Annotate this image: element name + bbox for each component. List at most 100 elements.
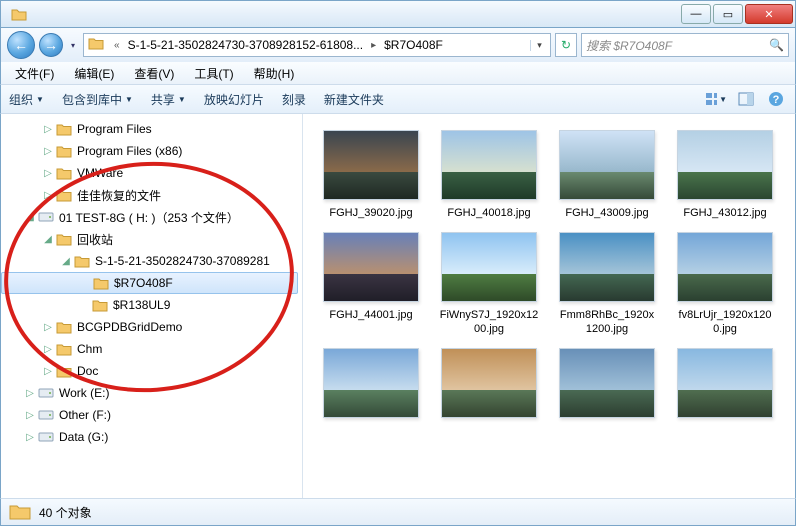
tree-item[interactable]: ▷Other (F:) — [1, 404, 302, 426]
menu-edit[interactable]: 编辑(E) — [68, 63, 120, 84]
expand-icon[interactable]: ▷ — [23, 432, 37, 443]
tree-item[interactable]: ▷ 佳佳恢复的文件 — [1, 184, 302, 206]
maximize-button[interactable]: ▭ — [713, 4, 743, 24]
file-item[interactable] — [675, 348, 775, 424]
search-icon: 🔍 — [769, 38, 784, 52]
tree-item[interactable]: ▷Work (E:) — [1, 382, 302, 404]
file-item[interactable]: FGHJ_40018.jpg — [439, 130, 539, 220]
thumbnail — [559, 232, 655, 302]
address-dropdown[interactable]: ▾ — [530, 40, 548, 51]
preview-pane-button[interactable] — [735, 88, 757, 110]
tree-item[interactable]: ▷ Program Files (x86) — [1, 140, 302, 162]
breadcrumb-part[interactable]: S-1-5-21-3502824730-3708928152-61808... — [124, 36, 368, 54]
nav-history-dropdown[interactable]: ▾ — [67, 33, 79, 57]
expand-icon[interactable]: ▷ — [41, 344, 55, 355]
tree-item-label: $R138UL9 — [113, 298, 170, 312]
tree-item-label: Doc — [77, 364, 98, 378]
window-icon — [9, 4, 29, 24]
command-bar: 组织▼ 包含到库中▼ 共享▼ 放映幻灯片 刻录 新建文件夹 ▼ ? — [0, 84, 796, 114]
file-item[interactable] — [439, 348, 539, 424]
tree-item[interactable]: ▷ VMWare — [1, 162, 302, 184]
file-name: fv8LrUjr_1920x1200.jpg — [675, 308, 775, 336]
file-item[interactable]: FGHJ_43012.jpg — [675, 130, 775, 220]
include-in-library-button[interactable]: 包含到库中▼ — [62, 91, 133, 108]
collapse-icon[interactable]: ◢ — [41, 234, 55, 245]
nav-bar: ← → ▾ « S-1-5-21-3502824730-3708928152-6… — [0, 28, 796, 62]
minimize-button[interactable]: — — [681, 4, 711, 24]
tree-item[interactable]: ▷BCGPDBGridDemo — [1, 316, 302, 338]
file-item[interactable]: FGHJ_43009.jpg — [557, 130, 657, 220]
breadcrumb-separator: « — [110, 40, 124, 51]
file-item[interactable]: FiWnyS7J_1920x1200.jpg — [439, 232, 539, 336]
menu-tools[interactable]: 工具(T) — [188, 63, 239, 84]
expand-icon[interactable]: ▷ — [41, 124, 55, 135]
thumbnail — [677, 348, 773, 418]
expand-icon[interactable]: ▷ — [41, 168, 55, 179]
tree-item[interactable]: ▷$R7O408F — [1, 272, 298, 294]
drive-icon — [37, 209, 55, 225]
menu-help[interactable]: 帮助(H) — [248, 63, 301, 84]
view-options-button[interactable]: ▼ — [705, 88, 727, 110]
folder-icon — [55, 363, 73, 379]
thumbnail — [441, 348, 537, 418]
tree-item-label: VMWare — [77, 166, 123, 180]
breadcrumb-part[interactable]: $R7O408F — [380, 36, 447, 54]
search-input[interactable]: 搜索 $R7O408F 🔍 — [581, 33, 789, 57]
expand-icon[interactable]: ▷ — [41, 190, 55, 201]
share-button[interactable]: 共享▼ — [151, 91, 186, 108]
folder-icon — [55, 165, 73, 181]
tree-item-label: 佳佳恢复的文件 — [77, 187, 161, 204]
expand-icon[interactable]: ▷ — [41, 366, 55, 377]
folder-tree[interactable]: ▷Program Files▷Program Files (x86)▷VMWar… — [1, 114, 303, 498]
file-item[interactable]: FGHJ_39020.jpg — [321, 130, 421, 220]
file-item[interactable] — [321, 348, 421, 424]
slideshow-button[interactable]: 放映幻灯片 — [204, 91, 264, 108]
refresh-button[interactable]: ↻ — [555, 33, 577, 57]
tree-item[interactable]: ◢回收站 — [1, 228, 302, 250]
collapse-icon[interactable]: ◢ — [23, 212, 37, 223]
menu-file[interactable]: 文件(F) — [9, 63, 60, 84]
nav-back-button[interactable]: ← — [7, 31, 35, 59]
menu-bar: 文件(F) 编辑(E) 查看(V) 工具(T) 帮助(H) — [0, 62, 796, 84]
address-bar[interactable]: « S-1-5-21-3502824730-3708928152-61808..… — [83, 33, 551, 57]
folder-icon — [55, 187, 73, 203]
content-pane[interactable]: FGHJ_39020.jpgFGHJ_40018.jpgFGHJ_43009.j… — [303, 114, 795, 498]
file-item[interactable] — [557, 348, 657, 424]
tree-item[interactable]: ▷Program Files — [1, 118, 302, 140]
tree-item[interactable]: ▷Data (G:) — [1, 426, 302, 448]
organize-button[interactable]: 组织▼ — [9, 91, 44, 108]
tree-item-label: Chm — [77, 342, 102, 356]
file-item[interactable]: fv8LrUjr_1920x1200.jpg — [675, 232, 775, 336]
file-name: FiWnyS7J_1920x1200.jpg — [439, 308, 539, 336]
new-folder-button[interactable]: 新建文件夹 — [324, 91, 384, 108]
file-item[interactable]: Fmm8RhBc_1920x1200.jpg — [557, 232, 657, 336]
folder-icon — [91, 297, 109, 313]
nav-forward-button[interactable]: → — [39, 33, 63, 57]
burn-button[interactable]: 刻录 — [282, 91, 306, 108]
file-name: FGHJ_44001.jpg — [321, 308, 421, 322]
thumbnail — [559, 130, 655, 200]
expand-icon[interactable]: ▷ — [41, 322, 55, 333]
tree-item[interactable]: ▷ Doc — [1, 360, 302, 382]
help-button[interactable]: ? — [765, 88, 787, 110]
menu-view[interactable]: 查看(V) — [128, 63, 180, 84]
svg-text:?: ? — [773, 94, 780, 106]
tree-item[interactable]: ◢01 TEST-8G ( H: )（253 个文件） — [1, 206, 302, 228]
close-button[interactable]: ✕ — [745, 4, 793, 24]
tree-item-label: Program Files (x86) — [77, 144, 182, 158]
file-item[interactable]: FGHJ_44001.jpg — [321, 232, 421, 336]
file-name: Fmm8RhBc_1920x1200.jpg — [557, 308, 657, 336]
expand-icon[interactable]: ▷ — [23, 388, 37, 399]
tree-item[interactable]: ▷ Chm — [1, 338, 302, 360]
drive-icon — [37, 385, 55, 401]
thumbnail — [441, 130, 537, 200]
expand-icon[interactable]: ▷ — [41, 146, 55, 157]
thumbnail — [677, 232, 773, 302]
folder-icon — [55, 143, 73, 159]
search-placeholder: 搜索 $R7O408F — [586, 37, 672, 54]
tree-item[interactable]: ◢S-1-5-21-3502824730-37089281 — [1, 250, 302, 272]
tree-item[interactable]: ▷$R138UL9 — [1, 294, 302, 316]
folder-icon — [55, 231, 73, 247]
collapse-icon[interactable]: ◢ — [59, 256, 73, 267]
expand-icon[interactable]: ▷ — [23, 410, 37, 421]
